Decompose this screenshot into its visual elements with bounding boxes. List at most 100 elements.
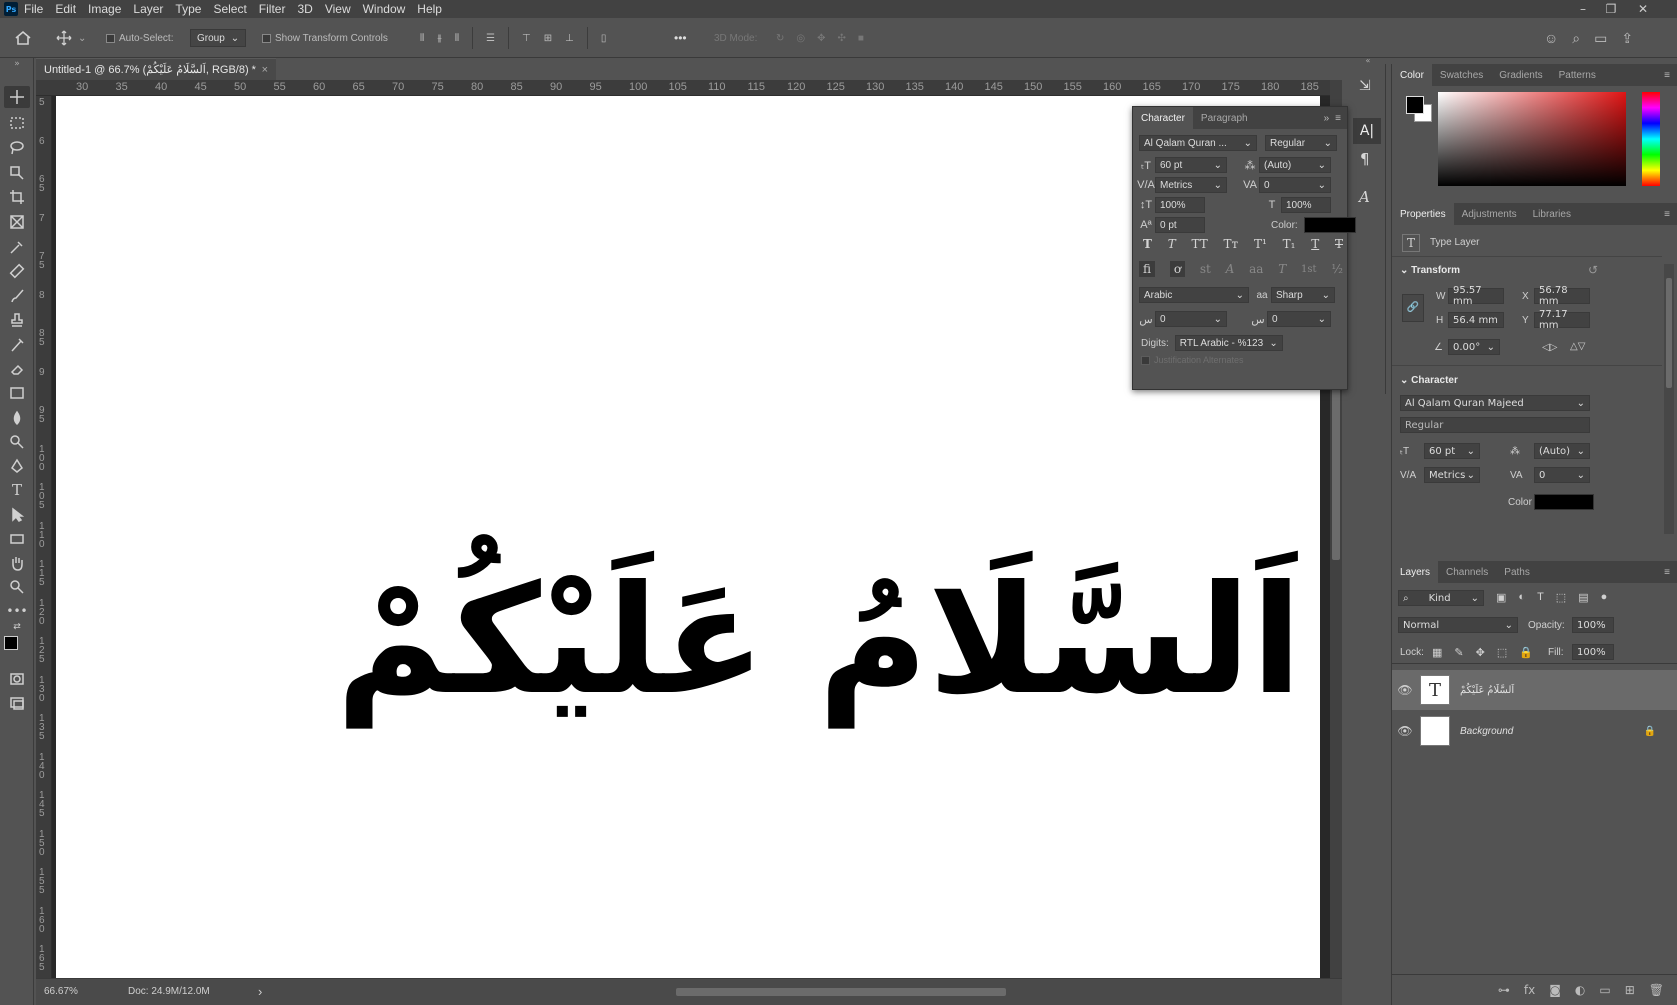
lock-transparent-icon[interactable]: ▦ [1432, 646, 1442, 659]
layer-row-text[interactable]: 👁 T اَلسَّلَامُ عَلَيْكُمْ [1392, 670, 1677, 710]
color-picker-field[interactable] [1438, 92, 1626, 186]
discretionary-ligatures-icon[interactable]: st [1200, 262, 1211, 276]
move-tool-icon[interactable] [4, 86, 30, 108]
layer-style-icon[interactable]: fx [1524, 983, 1535, 997]
tab-adjustments[interactable]: Adjustments [1454, 203, 1525, 225]
paragraph-panel-icon[interactable]: ¶ [1360, 150, 1370, 168]
tracking-field[interactable]: 0 ⌄ [1259, 177, 1331, 193]
subscript-icon[interactable]: T₁ [1283, 237, 1296, 251]
flip-vertical-icon[interactable]: △▽ [1570, 341, 1585, 352]
move-tool-icon[interactable]: ⌄ [56, 28, 86, 48]
menu-filter[interactable]: Filter [259, 2, 286, 16]
new-group-icon[interactable]: ▭ [1599, 983, 1610, 997]
workspace-icon[interactable]: ▭ [1594, 30, 1607, 47]
layer-name[interactable]: Background [1460, 726, 1513, 737]
document-canvas[interactable]: اَلسَّلَامُ عَلَيْكُمْ [56, 96, 1320, 978]
leading-field[interactable]: (Auto) ⌄ [1259, 157, 1331, 173]
justification-checkbox[interactable] [1141, 355, 1150, 365]
hue-slider[interactable] [1642, 92, 1660, 186]
filter-shape-icon[interactable]: ⬚ [1556, 591, 1566, 604]
3d-pan-icon[interactable]: ✥ [817, 33, 825, 44]
align-center-icon[interactable]: ⫵ [437, 33, 442, 44]
reset-transform-icon[interactable]: ↺ [1588, 263, 1598, 277]
all-caps-icon[interactable]: TT [1192, 237, 1208, 251]
type-tool-icon[interactable]: T [4, 479, 30, 501]
horizontal-scroll-thumb[interactable] [676, 988, 1006, 996]
auto-select-checkbox[interactable]: Auto-Select: [106, 28, 173, 48]
properties-kerning-field[interactable]: Metrics ⌄ [1424, 467, 1480, 483]
menu-window[interactable]: Window [363, 2, 406, 16]
digits-select[interactable]: RTL Arabic - %123 ⌄ [1174, 335, 1283, 351]
menu-help[interactable]: Help [417, 2, 442, 16]
tab-gradients[interactable]: Gradients [1491, 64, 1550, 86]
blend-mode-select[interactable]: Normal ⌄ [1398, 617, 1518, 633]
angle-field[interactable]: 0.00° ⌄ [1448, 339, 1500, 355]
tab-libraries[interactable]: Libraries [1525, 203, 1579, 225]
auto-select-check[interactable] [106, 33, 115, 43]
link-layers-icon[interactable]: ⊶ [1498, 983, 1510, 997]
quick-mask-icon[interactable] [4, 668, 30, 690]
fractions-icon[interactable]: ½ [1331, 262, 1343, 276]
eyedropper-tool-icon[interactable] [4, 236, 30, 258]
filter-smart-icon[interactable]: ▤ [1578, 591, 1588, 604]
y-field[interactable]: 77.17 mm [1534, 309, 1590, 331]
eye-icon[interactable]: 👁 [1392, 683, 1418, 697]
lock-all-icon[interactable]: 🔒 [1519, 646, 1533, 659]
blur-tool-icon[interactable] [4, 407, 30, 429]
transform-section[interactable]: ⌄ Transform [1400, 265, 1460, 276]
menu-3d[interactable]: 3D [297, 2, 312, 16]
edit-toolbar-icon[interactable]: ••• [4, 600, 30, 622]
fill-field[interactable]: 100% [1572, 644, 1614, 660]
home-icon[interactable] [14, 28, 32, 48]
properties-leading-field[interactable]: (Auto) ⌄ [1534, 443, 1590, 459]
tab-paragraph[interactable]: Paragraph [1193, 107, 1256, 129]
diacritic-field[interactable]: 0 ⌄ [1267, 311, 1331, 327]
more-options-button[interactable]: ••• [674, 28, 687, 48]
close-button[interactable]: ✕ [1630, 0, 1656, 18]
swash-icon[interactable]: A [1226, 262, 1235, 276]
tab-color[interactable]: Color [1392, 64, 1432, 86]
font-family-select[interactable]: Al Qalam Quran ... ⌄ [1139, 135, 1257, 151]
delete-layer-icon[interactable]: 🗑 [1649, 983, 1664, 997]
menu-view[interactable]: View [325, 2, 351, 16]
foreground-color-swatch[interactable] [4, 636, 18, 650]
glyphs-panel-icon[interactable]: A [1359, 188, 1370, 206]
titling-alternates-icon[interactable]: T [1278, 262, 1286, 276]
layer-filter-kind[interactable]: ⌕ Kind ⌄ [1398, 590, 1484, 606]
zoom-tool-icon[interactable] [4, 576, 30, 598]
tab-patterns[interactable]: Patterns [1551, 64, 1604, 86]
eraser-tool-icon[interactable] [4, 358, 30, 380]
lock-pixels-icon[interactable]: ✎ [1454, 646, 1463, 659]
kerning-field[interactable]: Metrics ⌄ [1155, 177, 1227, 193]
stamp-tool-icon[interactable] [4, 309, 30, 331]
vertical-scale-field[interactable]: 100% [1155, 197, 1205, 213]
share-user-icon[interactable]: ☺ [1544, 30, 1558, 46]
menu-image[interactable]: Image [88, 2, 121, 16]
export-icon[interactable]: ⇪ [1621, 30, 1633, 47]
healing-brush-tool-icon[interactable] [4, 260, 30, 282]
rectangle-tool-icon[interactable] [4, 528, 30, 550]
filter-adjustment-icon[interactable]: ◐ [1518, 591, 1525, 604]
3d-rotate-icon[interactable]: ↻ [776, 33, 784, 44]
frame-tool-icon[interactable] [4, 211, 30, 233]
character-section[interactable]: ⌄ Character [1400, 375, 1458, 386]
pen-tool-icon[interactable] [4, 455, 30, 477]
strikethrough-icon[interactable]: T [1335, 237, 1343, 251]
collapse-panels-icon[interactable]: « [1350, 56, 1386, 65]
minimize-button[interactable]: – [1570, 0, 1596, 18]
3d-roll-icon[interactable]: ◎ [796, 33, 805, 44]
small-caps-icon[interactable]: Tт [1224, 237, 1239, 251]
expand-icon[interactable]: » [1324, 113, 1330, 124]
text-color-swatch[interactable] [1303, 217, 1356, 233]
canvas-text-layer[interactable]: اَلسَّلَامُ عَلَيْكُمْ [336, 566, 1302, 716]
menu-edit[interactable]: Edit [55, 2, 76, 16]
group-select[interactable]: Group ⌄ [190, 28, 247, 48]
underline-icon[interactable]: T [1311, 237, 1319, 251]
tab-swatches[interactable]: Swatches [1432, 64, 1491, 86]
link-dimensions-icon[interactable]: 🔗 [1402, 294, 1424, 322]
gradient-tool-icon[interactable] [4, 382, 30, 404]
language-select[interactable]: Arabic ⌄ [1139, 287, 1249, 303]
panel-menu-icon[interactable]: ≡ [1335, 113, 1341, 124]
ordinals-icon[interactable]: 1st [1301, 264, 1317, 275]
layer-name[interactable]: اَلسَّلَامُ عَلَيْكُمْ [1460, 685, 1514, 696]
